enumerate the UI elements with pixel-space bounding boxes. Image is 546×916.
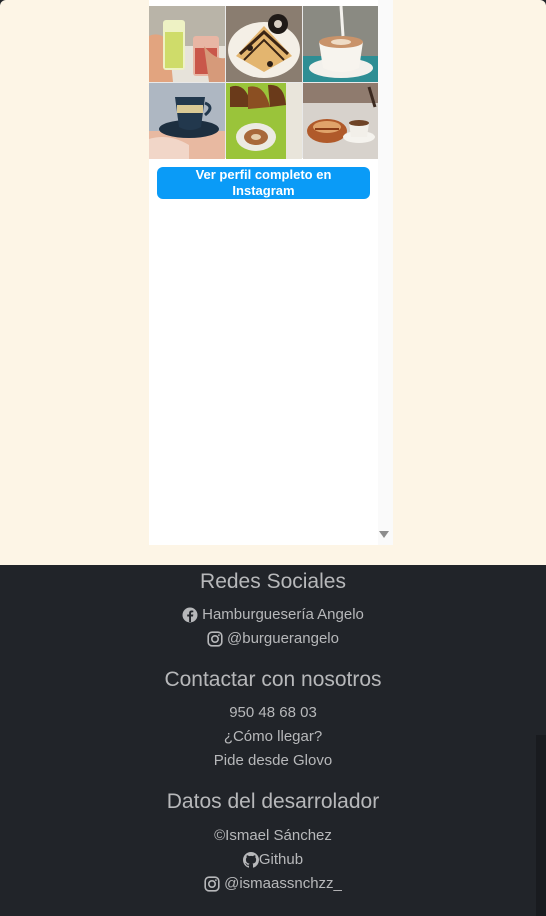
copyright-label: ©Ismael Sánchez [214, 827, 332, 844]
phone-number: 950 48 68 03 [229, 704, 317, 721]
directions-label: ¿Cómo llegar? [223, 728, 323, 745]
github-icon [242, 851, 259, 868]
instagram-photo-grid [149, 6, 379, 159]
github-label: Github [258, 851, 304, 868]
instagram-icon [204, 875, 220, 892]
facebook-label: Hamburguesería Angelo [202, 606, 364, 623]
photo-coffee-cup[interactable] [149, 83, 225, 159]
glovo-link[interactable]: Pide desde Glovo [0, 752, 546, 769]
page-scrollbar[interactable] [536, 735, 546, 916]
photo-latte[interactable] [303, 6, 379, 82]
instagram-embed: Ver perfil completo en Instagram [149, 0, 393, 545]
embed-scrollbar[interactable] [378, 0, 393, 545]
developer-instagram-label: @ismaassnchzz_ [224, 875, 342, 892]
photo-waffle-oreo[interactable] [226, 6, 302, 82]
scroll-down-arrow-icon[interactable] [379, 531, 389, 538]
site-footer: Redes Sociales Hamburguesería Angelo @bu… [0, 565, 546, 916]
glovo-label: Pide desde Glovo [213, 752, 333, 769]
browser-viewport: Ver perfil completo en Instagram Redes S… [0, 0, 546, 916]
instagram-link[interactable]: @burguerangelo [0, 630, 546, 647]
github-link[interactable]: Github [0, 851, 546, 868]
photo-pastry[interactable] [303, 83, 379, 159]
developer-instagram-link[interactable]: @ismaassnchzz_ [0, 875, 546, 892]
photo-drinks[interactable] [149, 6, 225, 82]
instagram-icon [207, 630, 223, 647]
directions-link[interactable]: ¿Cómo llegar? [0, 728, 546, 745]
instagram-section: Ver perfil completo en Instagram [0, 0, 546, 565]
facebook-icon [182, 607, 198, 622]
phone-link[interactable]: 950 48 68 03 [0, 704, 546, 721]
social-section-title: Redes Sociales [200, 570, 346, 593]
facebook-link[interactable]: Hamburguesería Angelo [0, 606, 546, 623]
photo-croissants[interactable] [226, 83, 302, 159]
instagram-label: @burguerangelo [227, 630, 339, 647]
contact-section-title: Contactar con nosotros [164, 668, 382, 691]
copyright-text: ©Ismael Sánchez [0, 827, 546, 844]
developer-section-title: Datos del desarrolador [166, 790, 380, 813]
instagram-profile-button[interactable]: Ver perfil completo en Instagram [157, 167, 370, 199]
